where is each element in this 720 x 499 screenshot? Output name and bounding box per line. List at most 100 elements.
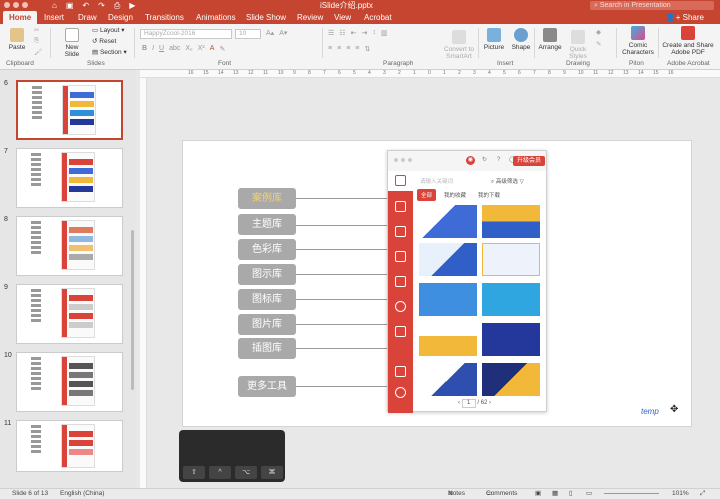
picture-button[interactable]: Picture [483,28,505,51]
redo-icon[interactable]: ↷ [98,0,105,11]
text-direction-icon[interactable]: ⇅ [364,45,370,53]
tab-home[interactable]: Home [3,11,38,24]
format-painter-icon[interactable]: 🖌 [34,48,42,56]
copy-icon[interactable]: ⎘ [34,37,39,45]
font-size-select[interactable]: 10 [235,29,261,39]
shrink-font-icon[interactable]: A▾ [279,29,287,37]
slide-sorter-icon[interactable]: ▦ [552,489,558,499]
comic-characters-button[interactable]: Comic Characters [621,26,655,56]
zoom-level[interactable]: 101% [672,489,689,499]
panel-search-input[interactable]: 请输入关键词 [420,177,453,185]
color-icon[interactable] [395,226,406,237]
settings-icon[interactable] [395,387,406,398]
theme-icon[interactable] [395,201,406,212]
help-icon[interactable]: ? [494,156,503,165]
shape-button[interactable]: Shape [510,28,532,51]
create-share-pdf-button[interactable]: Create and Share Adobe PDF [660,26,716,56]
template-card[interactable] [419,323,477,356]
paste-button[interactable]: Paste [6,28,28,51]
case-library-button[interactable]: 案例库 [238,188,296,209]
decrease-indent-icon[interactable]: ⇤ [351,29,357,37]
tab-transitions[interactable]: Transitions [139,11,190,24]
close-window-button[interactable] [4,2,10,8]
template-card[interactable] [419,283,477,316]
align-right-icon[interactable]: ≡ [346,45,350,53]
template-card[interactable] [419,205,477,238]
tab-slide-show[interactable]: Slide Show [240,11,292,24]
template-card[interactable] [419,243,477,276]
line-color-icon[interactable]: ✎ [596,40,601,48]
reset-button[interactable]: ↺ Reset [92,37,116,45]
justify-icon[interactable]: ≡ [355,45,359,53]
reading-view-icon[interactable]: ▯ [569,489,573,499]
language-indicator[interactable]: English (China) [60,489,104,499]
upgrade-button[interactable]: 升级会员 [513,156,545,166]
tab-review[interactable]: Review [291,11,329,24]
bold-icon[interactable]: B [142,45,147,53]
play-icon[interactable]: ▶ [129,0,135,11]
grow-font-icon[interactable]: A▴ [266,29,274,37]
more-tools-button[interactable]: 更多工具 [238,376,296,397]
quick-styles-button[interactable]: Quick Styles [566,30,590,60]
tab-favorites[interactable]: 我的收藏 [440,189,470,201]
template-card[interactable] [482,243,540,276]
picture-library-button[interactable]: 图片库 [238,314,296,335]
avatar-icon[interactable]: ◉ [466,156,475,165]
template-card[interactable] [419,363,477,396]
tab-all[interactable]: 全部 [417,189,437,201]
save-icon[interactable]: ▣ [66,0,74,11]
underline-icon[interactable]: U [159,45,164,53]
align-center-icon[interactable]: ≡ [337,45,341,53]
home-icon[interactable]: ⌂ [52,0,57,11]
template-card[interactable] [482,363,540,396]
thumbnail-scrollbar[interactable] [131,230,134,390]
illustration-library-button[interactable]: 插图库 [238,338,296,359]
refresh-icon[interactable]: ↻ [480,156,489,165]
bullets-icon[interactable]: ☰ [328,29,334,37]
tab-downloads[interactable]: 我的下载 [474,189,504,201]
diagram-library-button[interactable]: 图示库 [238,264,296,285]
next-page-icon[interactable]: › [489,400,491,406]
print-icon[interactable]: ⎙ [114,0,120,11]
theme-library-button[interactable]: 主题库 [238,214,296,235]
advanced-filter-button[interactable]: ⌕ 高级筛选 ▽ [491,177,524,186]
toolbox-icon[interactable] [395,366,406,377]
command-key[interactable]: ⌘ [261,466,283,479]
new-slide-button[interactable]: New Slide [60,28,84,58]
share-button[interactable]: 👤+ Share [666,11,704,24]
icon-library-icon[interactable] [395,276,406,287]
slideshow-view-icon[interactable]: ▭ [586,489,592,499]
zoom-window-button[interactable] [22,2,28,8]
font-name-select[interactable]: HappyZcool-2016 [140,29,232,39]
layout-button[interactable]: ▭ Layout ▾ [92,26,125,34]
tab-draw[interactable]: Draw [72,11,103,24]
numbering-icon[interactable]: ☷ [339,29,345,37]
arrange-button[interactable]: Arrange [538,28,562,51]
illustration-icon[interactable] [395,326,406,337]
tab-acrobat[interactable]: Acrobat [358,11,398,24]
cut-icon[interactable]: ✂ [34,26,39,34]
highlight-icon[interactable]: ✎ [219,45,225,53]
tab-design[interactable]: Design [102,11,139,24]
fill-color-icon[interactable]: ◆ [596,28,601,36]
template-card[interactable] [482,283,540,316]
control-key[interactable]: ^ [209,466,231,479]
convert-smartart-button[interactable]: Convert to SmartArt [442,30,476,60]
columns-icon[interactable]: ▥ [381,29,388,37]
strikethrough-icon[interactable]: abc [169,45,180,53]
option-key[interactable]: ⌥ [235,466,257,479]
fit-slide-icon[interactable]: ⤢ [700,489,705,499]
icon-library-button[interactable]: 图标库 [238,289,296,310]
color-library-button[interactable]: 色彩库 [238,239,296,260]
page-input[interactable]: 1 [461,399,476,408]
search-input[interactable]: ⌕ Search in Presentation [590,1,714,10]
tab-insert[interactable]: Insert [38,11,70,24]
picture-icon[interactable] [395,301,406,312]
case-icon[interactable] [395,175,406,186]
window-controls[interactable] [4,2,28,8]
template-card[interactable] [482,323,540,356]
panel-window-controls[interactable] [394,158,412,162]
normal-view-icon[interactable]: ▣ [535,489,541,499]
zoom-slider[interactable] [604,493,659,494]
diagram-icon[interactable] [395,251,406,262]
